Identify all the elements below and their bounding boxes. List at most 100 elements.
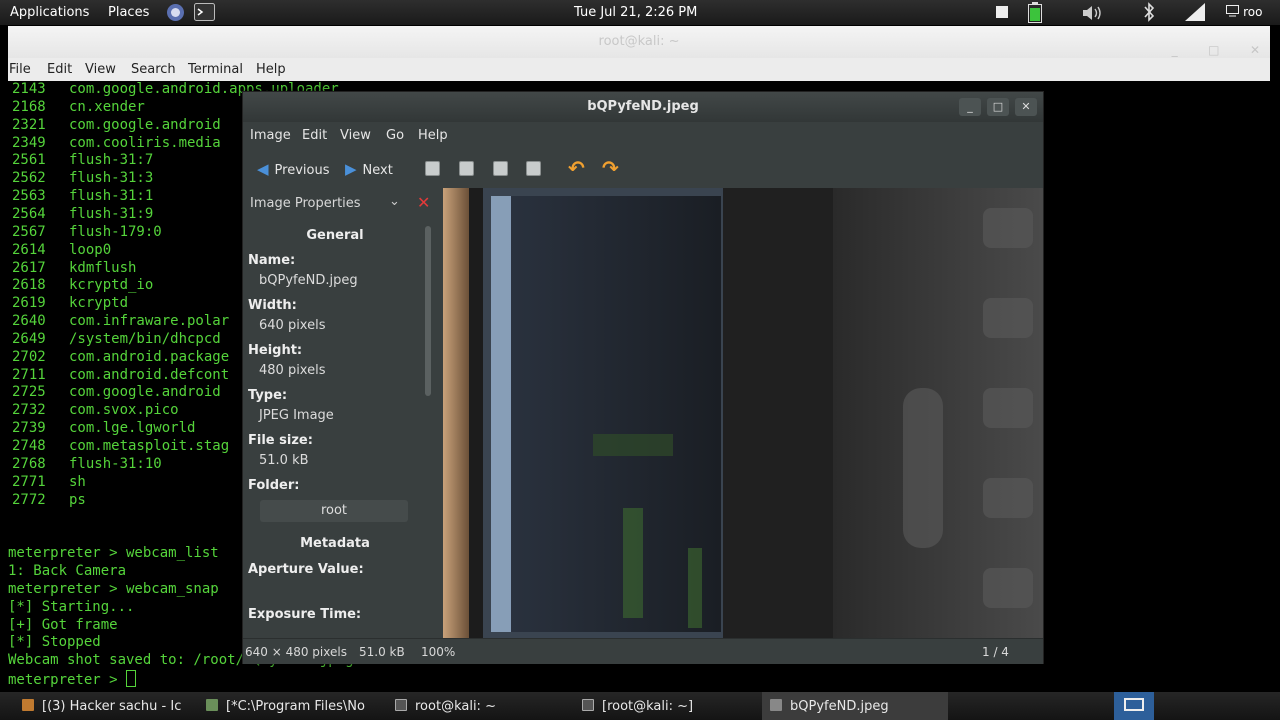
- close-icon[interactable]: ✕: [1250, 43, 1260, 57]
- clock[interactable]: Tue Jul 21, 2:26 PM: [574, 5, 697, 20]
- type-value: JPEG Image: [259, 408, 334, 423]
- process-name: flush-31:7: [69, 152, 154, 169]
- process-name: com.google.android: [69, 384, 221, 401]
- image-dimensions: 640 × 480 pixels: [245, 645, 347, 659]
- menu-view[interactable]: View: [85, 62, 116, 77]
- zoom-fit-icon[interactable]: [526, 161, 541, 176]
- notepad-icon: [206, 699, 218, 711]
- viewer-titlebar[interactable]: bQPyfeND.jpeg: [243, 92, 1043, 122]
- task-label: root@kali: ~: [415, 699, 496, 714]
- bluetooth-icon[interactable]: [1143, 2, 1155, 22]
- process-pid: 2168: [12, 98, 46, 115]
- terminal-launcher-icon[interactable]: [194, 3, 215, 21]
- process-pid: 2321: [12, 116, 46, 133]
- task-label: [(3) Hacker sachu - Ic: [42, 699, 182, 714]
- sidebar-scrollbar[interactable]: [425, 226, 431, 396]
- menu-help[interactable]: Help: [256, 62, 286, 77]
- image-viewer-window: bQPyfeND.jpeg _ □ ✕ Image Edit View Go H…: [242, 91, 1044, 664]
- rotate-right-icon[interactable]: ↷: [602, 156, 619, 180]
- process-pid: 2562: [12, 170, 46, 187]
- menu-edit[interactable]: Edit: [302, 128, 327, 143]
- minimize-icon[interactable]: _: [959, 98, 981, 116]
- rotate-left-icon[interactable]: ↶: [568, 156, 585, 180]
- top-panel: Applications Places Tue Jul 21, 2:26 PM …: [0, 0, 1280, 25]
- process-name: com.google.android: [69, 116, 221, 133]
- zoom-out-icon[interactable]: [459, 161, 474, 176]
- folder-button[interactable]: root: [260, 500, 408, 522]
- task-program-files[interactable]: [*C:\Program Files\No: [206, 692, 378, 720]
- width-value: 640 pixels: [259, 318, 326, 333]
- close-icon[interactable]: ✕: [1015, 98, 1037, 116]
- process-pid: 2739: [12, 420, 46, 437]
- menu-edit[interactable]: Edit: [47, 62, 72, 77]
- menu-terminal[interactable]: Terminal: [188, 62, 243, 77]
- chevron-down-icon[interactable]: ⌄: [389, 194, 400, 209]
- task-hacker-sachu[interactable]: [(3) Hacker sachu - Ic: [22, 692, 192, 720]
- menu-search[interactable]: Search: [131, 62, 176, 77]
- maximize-icon[interactable]: □: [987, 98, 1009, 116]
- task-label: bQPyfeND.jpeg: [790, 699, 889, 714]
- applications-menu[interactable]: Applications: [10, 5, 89, 20]
- process-name: flush-31:1: [69, 188, 154, 205]
- process-pid: 2771: [12, 473, 46, 490]
- close-sidebar-icon[interactable]: ✕: [417, 193, 430, 212]
- terminal-titlebar[interactable]: root@kali: ~ _ □ ✕: [8, 26, 1270, 58]
- process-name: kdmflush: [69, 259, 137, 276]
- zoom-level: 100%: [421, 645, 456, 659]
- previous-button[interactable]: ◀ Previous: [257, 160, 330, 178]
- zoom-in-icon[interactable]: [425, 161, 440, 176]
- terminal-icon: [582, 699, 594, 711]
- type-label: Type:: [248, 388, 288, 403]
- process-name: /system/bin/dhcpcd: [69, 330, 221, 347]
- webcam-photo-graphic: [443, 188, 1043, 638]
- minimize-icon[interactable]: _: [1172, 43, 1178, 57]
- process-name: flush-31:9: [69, 205, 154, 222]
- menu-go[interactable]: Go: [386, 128, 404, 143]
- metadata-heading: Metadata: [300, 536, 370, 551]
- general-heading: General: [306, 228, 364, 243]
- maximize-icon[interactable]: □: [1208, 43, 1219, 57]
- user-menu[interactable]: roo: [1226, 5, 1263, 20]
- menu-image[interactable]: Image: [250, 128, 291, 143]
- image-position: 1 / 4: [982, 645, 1009, 659]
- webcam-photo[interactable]: [443, 188, 1043, 638]
- browser-launcher-icon[interactable]: [166, 3, 185, 21]
- height-label: Height:: [248, 343, 303, 358]
- process-name: com.cooliris.media: [69, 134, 221, 151]
- zoom-normal-icon[interactable]: [493, 161, 508, 176]
- menu-help[interactable]: Help: [418, 128, 448, 143]
- process-pid: 2617: [12, 259, 46, 276]
- process-pid: 2349: [12, 134, 46, 151]
- task-terminal-1[interactable]: root@kali: ~: [395, 692, 565, 720]
- workspace-switcher[interactable]: [1114, 692, 1154, 720]
- battery-icon[interactable]: [1028, 2, 1042, 23]
- volume-icon[interactable]: [1082, 4, 1104, 21]
- process-pid: 2614: [12, 241, 46, 258]
- taskbar: [(3) Hacker sachu - Ic [*C:\Program File…: [0, 692, 1280, 720]
- menu-file[interactable]: File: [9, 62, 31, 77]
- task-image-viewer[interactable]: bQPyfeND.jpeg: [762, 692, 948, 720]
- task-terminal-2[interactable]: [root@kali: ~]: [582, 692, 752, 720]
- arrow-right-icon: ▶: [345, 160, 357, 178]
- terminal-menubar: File Edit View Search Terminal Help: [8, 58, 1270, 81]
- process-pid: 2702: [12, 348, 46, 365]
- name-value: bQPyfeND.jpeg: [259, 273, 358, 288]
- viewer-toolbar: ◀ Previous ▶ Next ↶ ↷: [243, 150, 1043, 188]
- browser-icon: [22, 699, 34, 711]
- next-button[interactable]: ▶ Next: [345, 160, 393, 178]
- viewer-menubar: Image Edit View Go Help: [243, 122, 1043, 150]
- process-pid: 2748: [12, 438, 46, 454]
- image-filesize: 51.0 kB: [359, 645, 405, 659]
- height-value: 480 pixels: [259, 363, 326, 378]
- places-menu[interactable]: Places: [108, 5, 149, 20]
- menu-view[interactable]: View: [340, 128, 371, 143]
- process-name: com.metasploit.stag: [69, 438, 230, 454]
- width-label: Width:: [248, 298, 297, 313]
- process-name: flush-179:0: [69, 223, 162, 240]
- process-pid: 2567: [12, 223, 46, 240]
- workspace-icon[interactable]: [996, 6, 1008, 23]
- network-signal-icon[interactable]: [1185, 3, 1205, 21]
- terminal-line: meterpreter > webcam_list: [8, 545, 219, 562]
- process-pid: 2711: [12, 366, 46, 383]
- process-pid: 2640: [12, 313, 46, 330]
